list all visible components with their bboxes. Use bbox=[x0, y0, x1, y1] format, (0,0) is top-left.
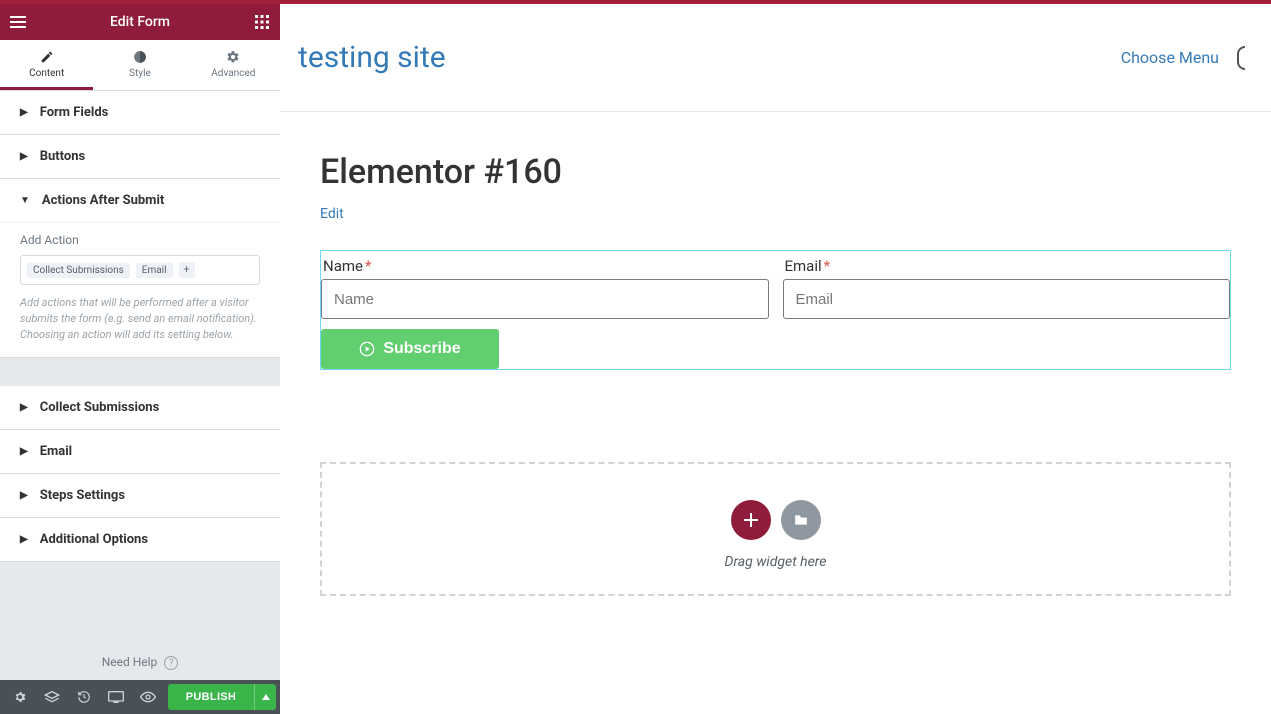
responsive-icon[interactable] bbox=[100, 680, 132, 714]
section-header-form-fields[interactable]: ▶ Form Fields bbox=[0, 91, 280, 134]
section-title: Actions After Submit bbox=[42, 193, 164, 208]
dropzone[interactable]: Drag widget here bbox=[320, 462, 1231, 596]
caret-right-icon: ▶ bbox=[20, 490, 28, 501]
search-icon[interactable] bbox=[1237, 46, 1245, 70]
tab-label: Advanced bbox=[211, 68, 255, 79]
history-icon[interactable] bbox=[68, 680, 100, 714]
menu-icon[interactable] bbox=[8, 12, 28, 32]
action-tag[interactable]: Email bbox=[136, 263, 173, 278]
section-title: Steps Settings bbox=[40, 488, 125, 503]
form-widget[interactable]: Name* Email* Subscribe bbox=[320, 250, 1231, 370]
edit-link[interactable]: Edit bbox=[320, 206, 344, 222]
section-title: Buttons bbox=[40, 149, 86, 164]
site-header: testing site Choose Menu bbox=[280, 4, 1271, 112]
choose-menu-link[interactable]: Choose Menu bbox=[1121, 48, 1219, 67]
section-header-additional[interactable]: ▶ Additional Options bbox=[0, 518, 280, 561]
panel-tabs: Content Style Advanced bbox=[0, 40, 280, 91]
caret-down-icon: ▼ bbox=[20, 195, 30, 206]
tab-content[interactable]: Content bbox=[0, 40, 93, 90]
footer-bar: PUBLISH bbox=[0, 680, 280, 714]
section-body-actions: Add Action Collect Submissions Email + A… bbox=[0, 222, 280, 357]
publish-options-button[interactable] bbox=[254, 684, 276, 710]
need-help[interactable]: Need Help ? bbox=[0, 645, 280, 681]
section-title: Additional Options bbox=[40, 532, 148, 547]
panel-title: Edit Form bbox=[28, 14, 252, 30]
caret-right-icon: ▶ bbox=[20, 107, 28, 118]
preview-icon[interactable] bbox=[132, 680, 164, 714]
navigator-icon[interactable] bbox=[36, 680, 68, 714]
section-title: Form Fields bbox=[40, 105, 109, 120]
settings-icon[interactable] bbox=[4, 680, 36, 714]
preview-canvas: testing site Choose Menu Elementor #160 … bbox=[280, 4, 1271, 714]
caret-right-icon: ▶ bbox=[20, 402, 28, 413]
caret-right-icon: ▶ bbox=[20, 446, 28, 457]
add-section-button[interactable] bbox=[731, 500, 771, 540]
add-action-input[interactable]: Collect Submissions Email + bbox=[20, 255, 260, 285]
caret-right-icon: ▶ bbox=[20, 534, 28, 545]
email-label: Email* bbox=[783, 251, 1231, 279]
add-action-button[interactable]: + bbox=[179, 262, 195, 278]
tab-advanced[interactable]: Advanced bbox=[187, 40, 280, 90]
section-buttons: ▶ Buttons bbox=[0, 135, 280, 179]
section-email: ▶ Email bbox=[0, 430, 280, 474]
email-input[interactable] bbox=[783, 279, 1231, 319]
site-title[interactable]: testing site bbox=[298, 40, 446, 75]
submit-icon bbox=[359, 341, 375, 357]
apps-icon[interactable] bbox=[252, 12, 272, 32]
section-actions-after-submit: ▼ Actions After Submit Add Action Collec… bbox=[0, 179, 280, 358]
section-header-collect[interactable]: ▶ Collect Submissions bbox=[0, 386, 280, 429]
editor-panel: Edit Form Content Style Advanced ▶ bbox=[0, 4, 280, 714]
tab-label: Content bbox=[29, 68, 64, 79]
help-icon: ? bbox=[164, 656, 178, 670]
template-button[interactable] bbox=[781, 500, 821, 540]
section-collect-submissions: ▶ Collect Submissions bbox=[0, 386, 280, 430]
caret-right-icon: ▶ bbox=[20, 151, 28, 162]
section-steps-settings: ▶ Steps Settings bbox=[0, 474, 280, 518]
action-tag[interactable]: Collect Submissions bbox=[27, 263, 130, 278]
publish-button[interactable]: PUBLISH bbox=[168, 684, 254, 710]
panel-header: Edit Form bbox=[0, 4, 280, 40]
section-additional-options: ▶ Additional Options bbox=[0, 518, 280, 562]
page-content: Elementor #160 Edit Name* Email* Subscri… bbox=[280, 112, 1271, 636]
subscribe-button[interactable]: Subscribe bbox=[321, 329, 499, 369]
tab-label: Style bbox=[129, 68, 151, 79]
section-header-actions[interactable]: ▼ Actions After Submit bbox=[0, 179, 280, 222]
section-header-steps[interactable]: ▶ Steps Settings bbox=[0, 474, 280, 517]
need-help-label: Need Help bbox=[102, 655, 158, 669]
section-header-buttons[interactable]: ▶ Buttons bbox=[0, 135, 280, 178]
panel-sections: ▶ Form Fields ▶ Buttons ▼ Actions After … bbox=[0, 91, 280, 645]
section-form-fields: ▶ Form Fields bbox=[0, 91, 280, 135]
add-action-label: Add Action bbox=[20, 233, 260, 247]
dropzone-text: Drag widget here bbox=[322, 554, 1229, 570]
page-title: Elementor #160 bbox=[320, 152, 1231, 192]
section-header-email[interactable]: ▶ Email bbox=[0, 430, 280, 473]
subscribe-label: Subscribe bbox=[383, 340, 460, 358]
add-action-help: Add actions that will be performed after… bbox=[20, 295, 260, 343]
name-label: Name* bbox=[321, 251, 769, 279]
name-input[interactable] bbox=[321, 279, 769, 319]
section-title: Collect Submissions bbox=[40, 400, 160, 415]
section-title: Email bbox=[40, 444, 72, 459]
tab-style[interactable]: Style bbox=[93, 40, 186, 90]
